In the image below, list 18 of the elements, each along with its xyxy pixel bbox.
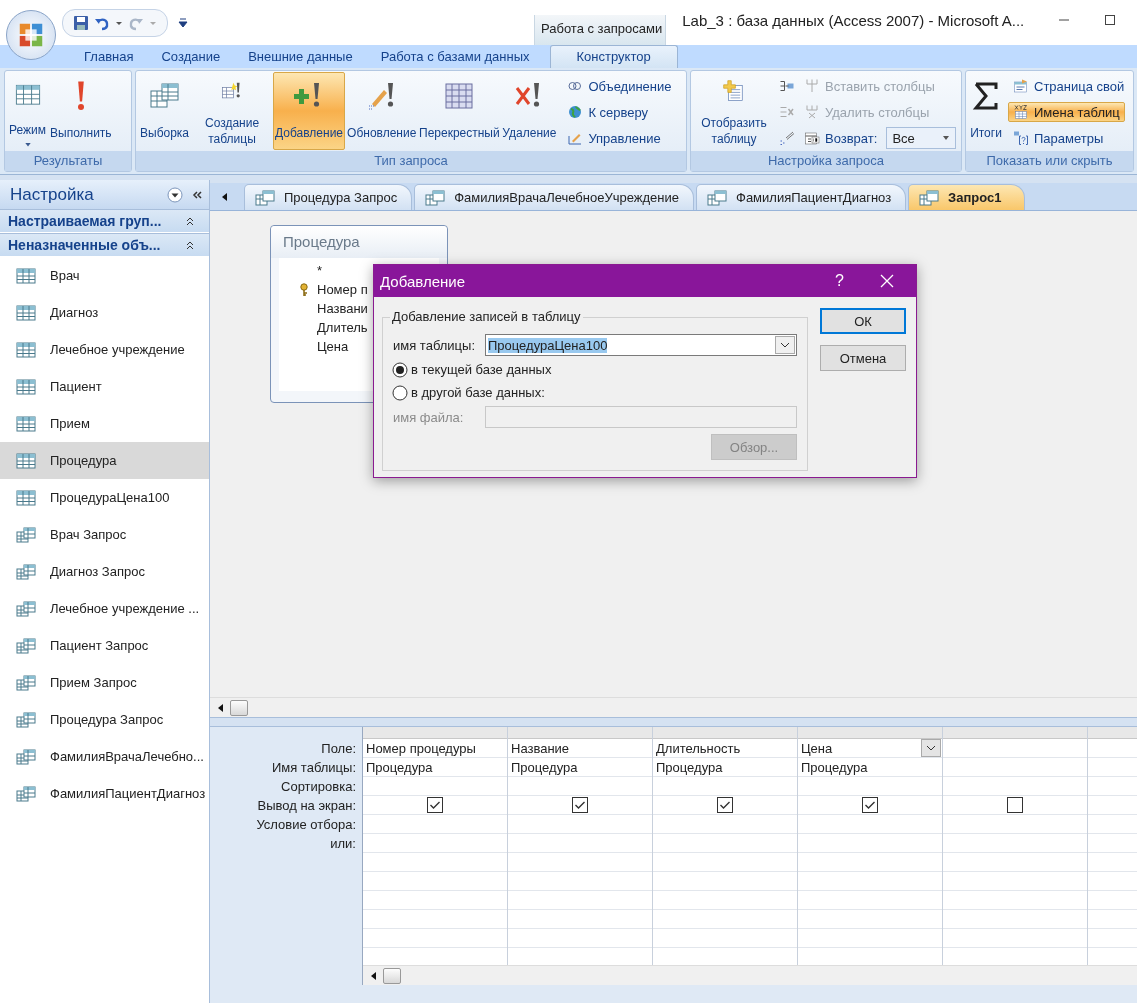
row-label: Сортировка: bbox=[280, 778, 357, 796]
group-box-title: Добавление записей в таблицу bbox=[390, 309, 583, 324]
ribbon-group-label: Показать или скрыть bbox=[966, 151, 1133, 171]
row-label: Поле: bbox=[320, 740, 357, 758]
ribbon-group-label: Тип запроса bbox=[136, 151, 686, 171]
field-list-title: Процедура bbox=[271, 226, 447, 258]
row-label: Вывод на экран: bbox=[256, 797, 357, 815]
field-label: имя файла: bbox=[393, 409, 465, 425]
dialog-title: Добавление bbox=[380, 272, 466, 290]
row-label: Имя таблицы: bbox=[270, 759, 357, 777]
ribbon-group-label: Настройка запроса bbox=[691, 151, 961, 171]
navigation-pane-title: Настройка bbox=[10, 184, 95, 205]
ribbon-group-label: Результаты bbox=[5, 151, 131, 171]
field-label: имя таблицы: bbox=[393, 337, 475, 353]
window-title: Lab_3 : база данных (Access 2007) - Microsoft A... bbox=[682, 12, 1025, 29]
row-label: или: bbox=[329, 835, 357, 853]
row-label: Условие отбора: bbox=[255, 816, 357, 834]
contextual-tab-group: Работа с запросами bbox=[534, 15, 667, 45]
